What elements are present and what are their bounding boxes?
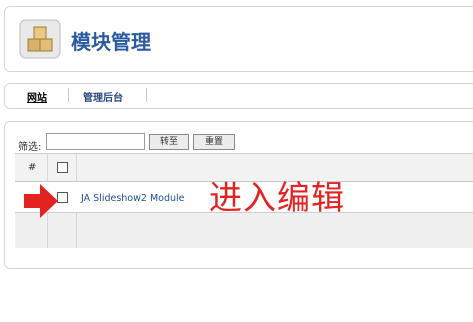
header-panel: 模块管理 [4,6,473,72]
red-arrow-icon [22,182,60,224]
select-all-checkbox[interactable] [57,162,68,173]
tab-site[interactable]: 网站 [27,89,47,104]
go-button[interactable]: 转至 [149,134,189,150]
module-boxes-icon [19,19,61,59]
tabs-bar: 网站 管理后台 [4,83,473,109]
column-number: # [28,162,37,173]
reset-button[interactable]: 重置 [193,134,235,150]
tab-separator [68,88,69,102]
page-title: 模块管理 [71,30,151,54]
tab-admin[interactable]: 管理后台 [83,89,123,104]
module-link[interactable]: JA Slideshow2 Module [81,193,185,204]
filter-label: 筛选: [18,142,42,153]
annotation-text: 进入编辑 [209,178,345,217]
filter-input[interactable] [46,133,145,150]
tab-separator [146,88,147,102]
